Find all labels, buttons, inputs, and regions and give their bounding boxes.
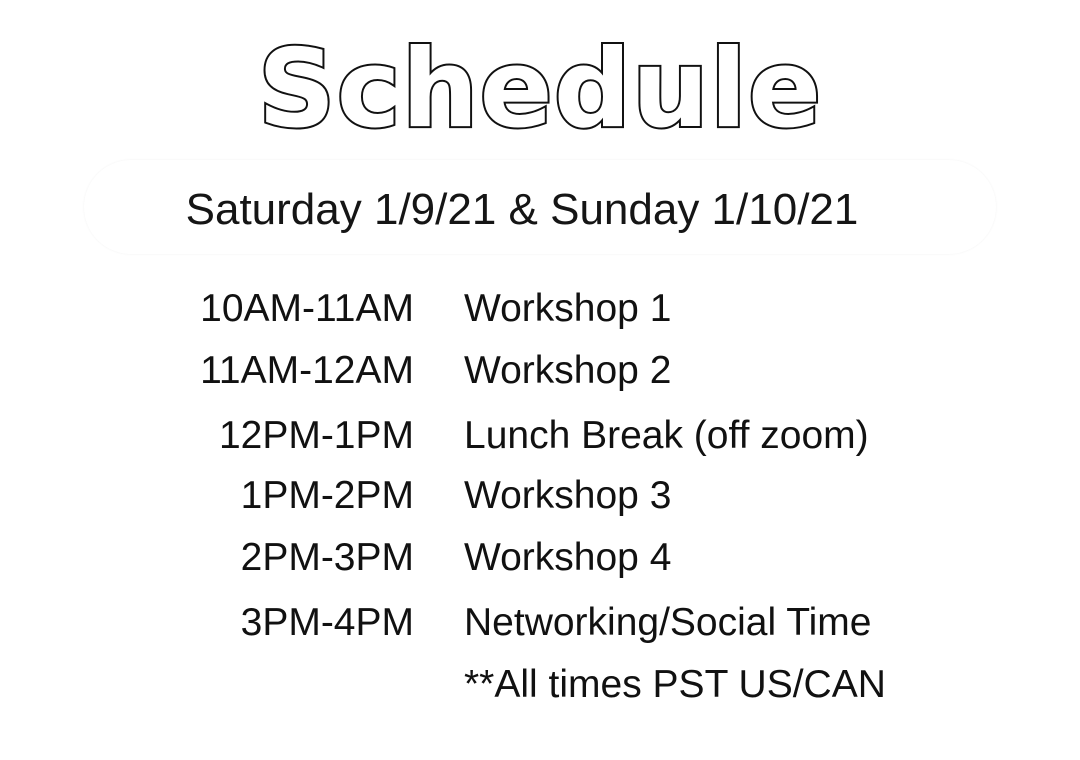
event-label: Workshop 1	[464, 287, 672, 330]
time-slot: 11AM-12AM	[200, 349, 414, 392]
time-slot: 3PM-4PM	[240, 601, 414, 644]
timezone-note: **All times PST US/CAN	[464, 663, 886, 706]
event-label: Workshop 2	[464, 349, 672, 392]
schedule-list: 10AM-11AM Workshop 1 11AM-12AM Workshop …	[0, 0, 1080, 760]
event-label: Networking/Social Time	[464, 601, 872, 644]
event-label: Workshop 4	[464, 536, 672, 579]
event-label: Lunch Break (off zoom)	[464, 414, 869, 457]
time-slot: 2PM-3PM	[240, 536, 414, 579]
time-slot: 10AM-11AM	[200, 287, 414, 330]
event-label: Workshop 3	[464, 474, 672, 517]
time-slot: 1PM-2PM	[240, 474, 414, 517]
time-slot: 12PM-1PM	[218, 414, 414, 457]
